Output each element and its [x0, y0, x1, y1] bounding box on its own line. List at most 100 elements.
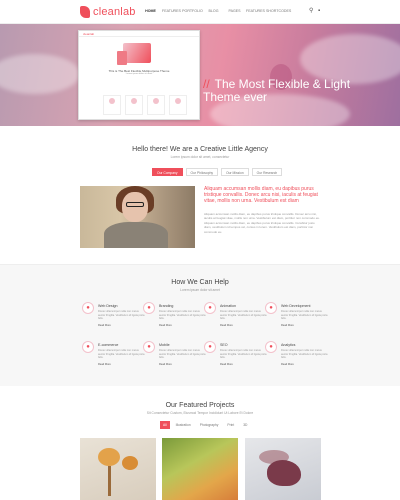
service-name: Animation: [220, 304, 236, 308]
about-tabs: Our Company Our Philosophy Our Mission O…: [152, 168, 283, 176]
flame-icon: ●: [204, 341, 216, 353]
service-name: Analytics: [281, 343, 296, 347]
photo-glasses: [126, 202, 144, 207]
service-desc: Donec ullamcorper nulla non metus auctor…: [281, 349, 328, 360]
mockup-card: [147, 95, 165, 115]
service-desc: Donec ullamcorper nulla non metus auctor…: [98, 349, 145, 360]
nav-item-portfolio[interactable]: Portfolio: [182, 9, 203, 13]
hero-headline-text: The Most Flexible & Light Theme ever: [203, 77, 351, 104]
project-thumbnail[interactable]: [80, 438, 156, 500]
hero-slash: //: [203, 77, 210, 91]
service-item: ● Web Development Donec ullamcorper null…: [265, 302, 331, 336]
mockup-logo: cleanlab: [83, 32, 95, 36]
flame-icon: ●: [143, 341, 155, 353]
service-name: Mobile: [159, 343, 170, 347]
flame-icon: ●: [265, 302, 277, 314]
service-name: Branding: [159, 304, 174, 308]
mockup-header: cleanlab: [79, 31, 199, 37]
figure-leg: [108, 466, 111, 496]
mockup-device-small: [117, 51, 127, 65]
service-item: ● SEO Donec ullamcorper nulla non metus …: [204, 341, 270, 375]
service-desc: Donec ullamcorper nulla non metus auctor…: [281, 310, 328, 321]
read-more-link[interactable]: Read More: [281, 363, 294, 366]
hero-headline: //The Most Flexible & Light Theme ever: [203, 78, 353, 104]
mockup-card: [103, 95, 121, 115]
service-name: Web Development: [281, 304, 311, 308]
site-header: cleanlab Home Features Portfolio Blog Pa…: [0, 0, 400, 24]
filter-photography[interactable]: Photography: [197, 421, 222, 429]
read-more-link[interactable]: Read More: [281, 324, 294, 327]
service-item: ● E-commerce Donec ullamcorper nulla non…: [82, 341, 148, 375]
service-name: E-commerce: [98, 343, 119, 347]
nav-item-features-2[interactable]: Features: [245, 9, 266, 13]
insect-body: [267, 460, 301, 486]
service-name: Web Design: [98, 304, 118, 308]
tab-our-mission[interactable]: Our Mission: [221, 168, 249, 176]
services-section: How We Can Help Lorem ipsum dolor sit am…: [0, 264, 400, 386]
service-item: ● Animation Donec ullamcorper nulla non …: [204, 302, 270, 336]
read-more-link[interactable]: Read More: [98, 363, 111, 366]
nav-item-features[interactable]: Features: [161, 9, 182, 13]
flame-icon: ●: [204, 302, 216, 314]
about-lead-text: Aliquam accumsan mollis diam, eu dapibus…: [204, 186, 318, 204]
nav-item-blog[interactable]: Blog: [203, 9, 224, 13]
service-item: ● Web Design Donec ullamcorper nulla non…: [82, 302, 148, 336]
logo-text: cleanlab: [93, 6, 136, 18]
service-desc: Donec ullamcorper nulla non metus auctor…: [220, 310, 267, 321]
tab-our-company[interactable]: Our Company: [152, 168, 183, 176]
figure-head: [122, 456, 138, 470]
cloud-decoration: [0, 54, 80, 94]
about-body-text: Aliquam accumsan mollis diam, eu dapibus…: [204, 212, 320, 234]
service-desc: Donec ullamcorper nulla non metus auctor…: [98, 310, 145, 321]
mockup-device: [123, 43, 151, 63]
logo-icon: [80, 6, 90, 18]
service-item: ● Branding Donec ullamcorper nulla non m…: [143, 302, 209, 336]
tab-our-philosophy[interactable]: Our Philosophy: [185, 168, 219, 176]
hero-mockup-image: cleanlab This is The Best Flexible Multi…: [78, 30, 200, 120]
project-thumbnail[interactable]: [245, 438, 321, 500]
nav-item-shortcodes[interactable]: Shortcodes: [266, 9, 291, 13]
service-desc: Donec ullamcorper nulla non metus auctor…: [159, 349, 206, 360]
flame-icon: ●: [82, 341, 94, 353]
filter-illustration[interactable]: Illustration: [173, 421, 194, 429]
mockup-card: [125, 95, 143, 115]
flame-icon: ●: [265, 341, 277, 353]
cart-icon[interactable]: ▪: [318, 8, 324, 14]
flame-icon: ●: [143, 302, 155, 314]
photo-face: [122, 192, 148, 222]
read-more-link[interactable]: Read More: [159, 324, 172, 327]
services-subtitle: Lorem ipsum dolor sit amet: [180, 288, 220, 292]
about-subtitle: Lorem ipsum dolor sit amet, consectetur: [170, 155, 230, 159]
about-photo: [80, 186, 195, 248]
search-icon[interactable]: ⚲: [309, 8, 315, 14]
photo-scarf: [104, 222, 168, 248]
projects-subtitle: Sit Consectetur Custom, Eiusmod Tempor I…: [146, 411, 254, 415]
mockup-subtitle: Lorem ipsum dolor sit amet: [125, 73, 153, 75]
read-more-link[interactable]: Read More: [98, 324, 111, 327]
filter-all[interactable]: All: [160, 421, 170, 429]
service-item: ● Mobile Donec ullamcorper nulla non met…: [143, 341, 209, 375]
services-title: How We Can Help: [171, 279, 229, 286]
service-item: ● Analytics Donec ullamcorper nulla non …: [265, 341, 331, 375]
main-nav: Home Features Portfolio Blog Pages Featu…: [140, 9, 291, 13]
project-filters: All Illustration Photography Print 3D: [160, 421, 250, 429]
read-more-link[interactable]: Read More: [220, 363, 233, 366]
mockup-card: [169, 95, 187, 115]
service-name: SEO: [220, 343, 228, 347]
nav-item-home[interactable]: Home: [140, 9, 161, 13]
filter-3d[interactable]: 3D: [240, 421, 250, 429]
read-more-link[interactable]: Read More: [159, 363, 172, 366]
service-desc: Donec ullamcorper nulla non metus auctor…: [159, 310, 206, 321]
project-thumbnail[interactable]: [162, 438, 238, 500]
read-more-link[interactable]: Read More: [220, 324, 233, 327]
figure-head: [98, 448, 120, 466]
hero-slider: cleanlab This is The Best Flexible Multi…: [0, 24, 400, 126]
logo[interactable]: cleanlab: [80, 5, 136, 19]
filter-print[interactable]: Print: [224, 421, 237, 429]
tab-our-research[interactable]: Our Research: [251, 168, 283, 176]
nav-item-pages[interactable]: Pages: [224, 9, 245, 13]
flame-icon: ●: [82, 302, 94, 314]
projects-title: Our Featured Projects: [165, 402, 235, 409]
service-desc: Donec ullamcorper nulla non metus auctor…: [220, 349, 267, 360]
about-title: Hello there! We are a Creative Little Ag…: [132, 146, 268, 153]
